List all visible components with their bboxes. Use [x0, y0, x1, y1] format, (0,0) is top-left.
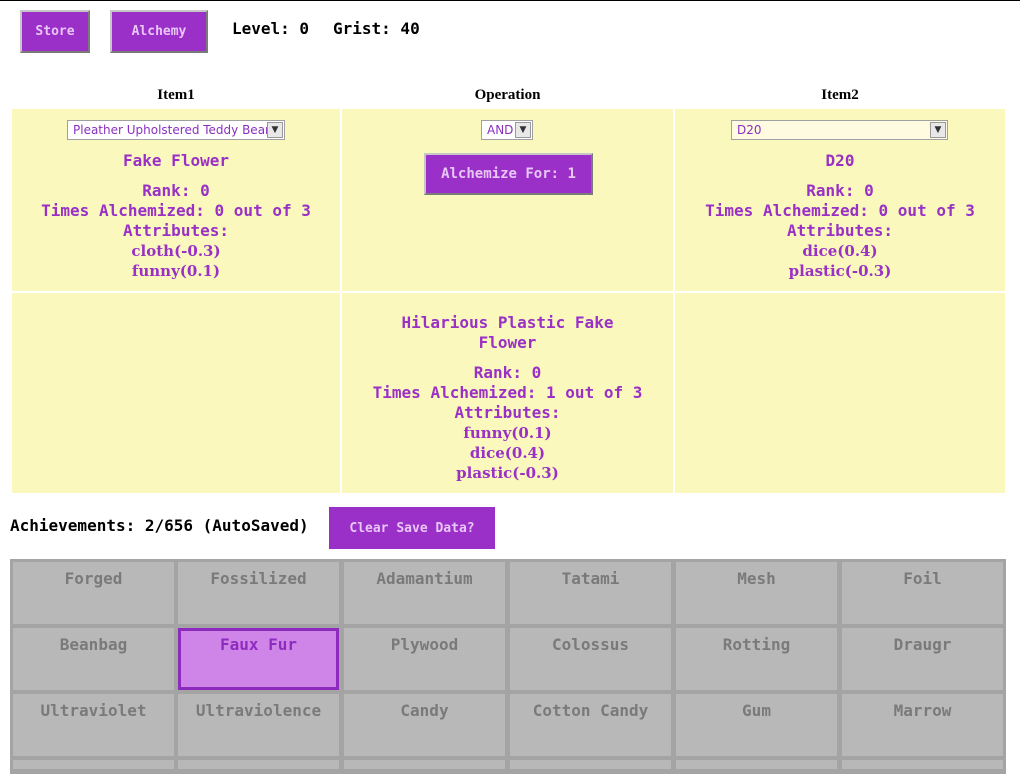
chevron-down-icon: ▼	[515, 122, 531, 138]
item1-name: Fake Flower	[123, 151, 229, 170]
level-readout: Level: 0	[232, 19, 310, 38]
achievement-tile[interactable]: Rotting	[676, 628, 837, 690]
achievement-tile[interactable]: Marrow	[842, 694, 1003, 756]
chevron-down-icon: ▼	[267, 122, 283, 138]
operation-select[interactable]: AND ▼	[481, 120, 533, 140]
item1-info: Fake Flower Rank: 0 Times Alchemized: 0 …	[12, 151, 340, 281]
achievement-tile[interactable]: Beanbag	[13, 628, 174, 690]
item2-attribute: dice(0.4)	[802, 242, 878, 260]
empty-panel-left	[12, 293, 340, 493]
item2-attributes-label: Attributes:	[787, 221, 893, 240]
achievements-status: Achievements: 2/656 (AutoSaved)	[10, 516, 309, 535]
item1-select-value: Pleather Upholstered Teddy Bear	[73, 123, 270, 137]
achievement-tile[interactable]: Colossus	[510, 628, 671, 690]
result-attributes-label: Attributes:	[454, 403, 561, 422]
achievement-tile[interactable]: Candy	[344, 694, 505, 756]
item2-attribute: plastic(-0.3)	[788, 262, 892, 280]
empty-panel-right	[675, 293, 1005, 493]
alchemy-button[interactable]: Alchemy	[110, 10, 208, 53]
item1-select[interactable]: Pleather Upholstered Teddy Bear ▼	[67, 120, 285, 140]
result-name-continued: Flower	[478, 333, 537, 352]
achievement-tile[interactable]: Forged	[13, 562, 174, 624]
chevron-down-icon: ▼	[930, 122, 946, 138]
achievement-tile[interactable]: Adamantium	[344, 562, 505, 624]
operation-header: Operation	[474, 87, 541, 103]
item2-info: D20 Rank: 0 Times Alchemized: 0 out of 3…	[675, 151, 1005, 281]
item2-name: D20	[825, 151, 855, 170]
item1-header: Item1	[157, 87, 195, 103]
result-name: Hilarious Plastic Fake	[401, 313, 614, 332]
clear-save-data-button[interactable]: Clear Save Data?	[329, 507, 495, 549]
achievement-tile[interactable]: Foil	[842, 562, 1003, 624]
item1-attribute: funny(0.1)	[131, 262, 221, 280]
achievement-tile[interactable]: Tatami	[510, 562, 671, 624]
achievement-tile[interactable]: Faux Fur	[178, 628, 339, 690]
achievement-tile[interactable]: Plywood	[344, 628, 505, 690]
store-button[interactable]: Store	[20, 10, 90, 53]
result-rank: Rank: 0	[473, 363, 542, 382]
alchemize-button[interactable]: Alchemize For: 1	[424, 153, 593, 195]
item2-times: Times Alchemized: 0 out of 3	[705, 201, 975, 220]
achievement-tile[interactable]: Ultraviolence	[178, 694, 339, 756]
item1-attributes-label: Attributes:	[123, 221, 229, 240]
grist-readout: Grist: 40	[333, 19, 420, 38]
achievement-tile[interactable]: Fossilized	[178, 562, 339, 624]
achievement-tile[interactable]: Cotton Candy	[510, 694, 671, 756]
operation-select-value: AND	[487, 123, 514, 137]
achievement-tile[interactable]: Mesh	[676, 562, 837, 624]
item1-times: Times Alchemized: 0 out of 3	[41, 201, 311, 220]
item2-rank: Rank: 0	[806, 181, 874, 200]
achievement-tile[interactable]: Ultraviolet	[13, 694, 174, 756]
result-attribute: funny(0.1)	[463, 424, 552, 442]
achievement-tile[interactable]: Gum	[676, 694, 837, 756]
item2-select-value: D20	[737, 123, 762, 137]
item2-select[interactable]: D20 ▼	[731, 120, 948, 140]
result-info: Hilarious Plastic Fake Flower Rank: 0 Ti…	[342, 313, 673, 483]
item1-attribute: cloth(-0.3)	[131, 242, 221, 260]
achievement-tile[interactable]: Draugr	[842, 628, 1003, 690]
result-attribute: dice(0.4)	[469, 444, 546, 462]
result-attribute: plastic(-0.3)	[456, 464, 559, 482]
item1-rank: Rank: 0	[142, 181, 210, 200]
item2-header: Item2	[821, 87, 859, 103]
result-times: Times Alchemized: 1 out of 3	[372, 383, 643, 402]
